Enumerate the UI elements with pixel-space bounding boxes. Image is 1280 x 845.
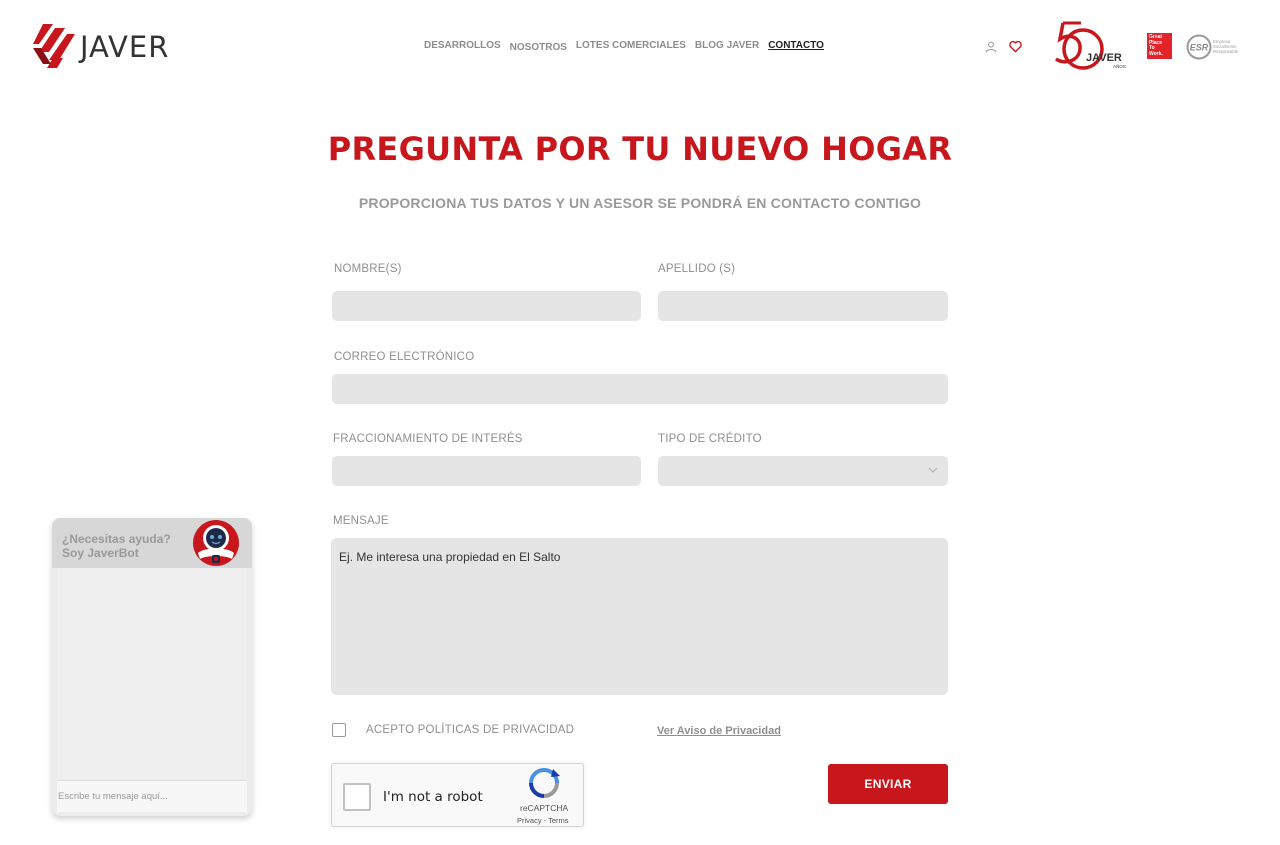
main-nav: DESARROLLOS NOSOTROS LOTES COMERCIALES B…: [424, 40, 824, 53]
logo-wordmark: JAVER: [80, 30, 170, 64]
nombre-input[interactable]: [332, 291, 641, 321]
chat-messages-area: [57, 568, 247, 780]
javerbot-chat-widget: ¿Necesitas ayuda? Soy JaverBot Escribe t…: [52, 518, 252, 816]
recaptcha-checkbox[interactable]: [343, 783, 371, 811]
recaptcha-terms-link[interactable]: Privacy - Terms: [517, 816, 569, 825]
svg-text:Responsable: Responsable: [1213, 49, 1239, 54]
nav-item-blog-javer[interactable]: BLOG JAVER: [695, 40, 759, 53]
recaptcha-logo-icon: [529, 768, 560, 798]
tipo-credito-label: TIPO DE CRÉDITO: [658, 433, 762, 445]
chevron-down-icon: [928, 467, 938, 473]
apellido-input[interactable]: [658, 291, 948, 321]
javer-logo-mark-icon: [33, 24, 75, 68]
chat-title-line: Soy JaverBot: [62, 546, 139, 560]
chat-header[interactable]: ¿Necesitas ayuda? Soy JaverBot: [52, 518, 252, 568]
user-icon[interactable]: [985, 41, 997, 53]
javerbot-avatar-icon: [193, 520, 239, 566]
javer-logo[interactable]: JAVER: [33, 24, 169, 68]
chat-title-line: ¿Necesitas ayuda?: [62, 532, 171, 546]
privacy-notice-link[interactable]: Ver Aviso de Privacidad: [657, 725, 781, 737]
enviar-button[interactable]: ENVIAR: [828, 764, 948, 804]
svg-text:ESR: ESR: [1190, 43, 1209, 53]
apellido-label: APELLIDO (S): [658, 263, 736, 275]
privacy-checkbox[interactable]: [332, 723, 346, 737]
fraccionamiento-label: FRACCIONAMIENTO DE INTERÉS: [333, 433, 523, 445]
fraccionamiento-input[interactable]: [332, 456, 641, 486]
fifty-suffix: AÑOS: [1113, 63, 1126, 69]
mensaje-textarea[interactable]: Ej. Me interesa una propiedad en El Salt…: [331, 538, 948, 695]
heart-icon[interactable]: [1009, 40, 1022, 53]
tipo-credito-select[interactable]: [658, 456, 948, 486]
chat-message-input[interactable]: Escribe tu mensaje aquí...: [57, 780, 247, 812]
esr-badge: ESR Empresa Socialmente Responsable: [1186, 34, 1239, 60]
correo-label: CORREO ELECTRÓNICO: [334, 351, 475, 363]
fifty-brand: JAVER: [1086, 52, 1122, 64]
recaptcha-brand: reCAPTCHA: [520, 803, 569, 813]
recaptcha-text: I'm not a robot: [383, 789, 483, 805]
gptw-line: Work.: [1149, 50, 1163, 57]
chat-title: ¿Necesitas ayuda? Soy JaverBot: [62, 532, 171, 560]
great-place-to-work-badge: Great Place To Work.: [1147, 33, 1172, 59]
privacy-label: ACEPTO POLÍTICAS DE PRIVACIDAD: [366, 724, 575, 736]
page-title: PREGUNTA POR TU NUEVO HOGAR: [327, 130, 953, 168]
correo-input[interactable]: [332, 374, 948, 404]
nav-item-contacto[interactable]: CONTACTO: [768, 40, 824, 53]
nav-item-lotes-comerciales[interactable]: LOTES COMERCIALES: [576, 40, 686, 53]
nav-item-desarrollos[interactable]: DESARROLLOS: [424, 40, 501, 53]
recaptcha-widget: I'm not a robot reCAPTCHA Privacy - Term…: [331, 763, 584, 827]
nombre-label: NOMBRE(S): [334, 263, 402, 275]
nav-item-nosotros[interactable]: NOSOTROS: [510, 42, 567, 53]
page-subtitle: PROPORCIONA TUS DATOS Y UN ASESOR SE PON…: [358, 195, 922, 211]
mensaje-label: MENSAJE: [333, 515, 389, 527]
fifty-years-badge: JAVER AÑOS: [1055, 21, 1126, 70]
